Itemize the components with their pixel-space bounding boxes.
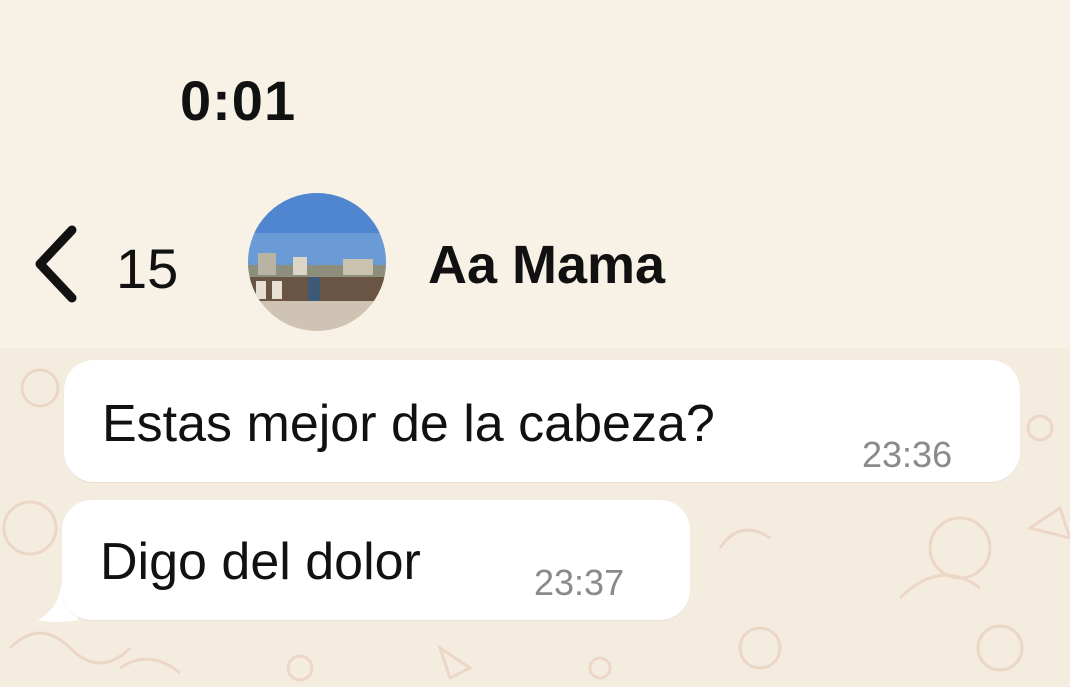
status-bar-time: 0:01 xyxy=(180,69,297,132)
message-bubble[interactable]: Digo del dolor 23:37 xyxy=(62,500,690,620)
contact-name[interactable]: Aa Mama xyxy=(428,234,665,296)
chat-header: 0:01 15 Aa Mama xyxy=(0,0,1070,348)
message-text: Digo del dolor xyxy=(100,533,421,591)
message-timestamp: 23:36 xyxy=(862,434,953,475)
message-timestamp: 23:37 xyxy=(534,562,625,603)
chat-messages-area: Estas mejor de la cabeza? 23:36 Digo del… xyxy=(0,348,1070,687)
back-unread-count[interactable]: 15 xyxy=(116,236,178,301)
avatar[interactable] xyxy=(248,193,386,331)
message-text: Estas mejor de la cabeza? xyxy=(102,395,715,453)
message-bubble[interactable]: Estas mejor de la cabeza? 23:36 xyxy=(64,360,1020,482)
chevron-left-icon[interactable] xyxy=(30,222,82,306)
